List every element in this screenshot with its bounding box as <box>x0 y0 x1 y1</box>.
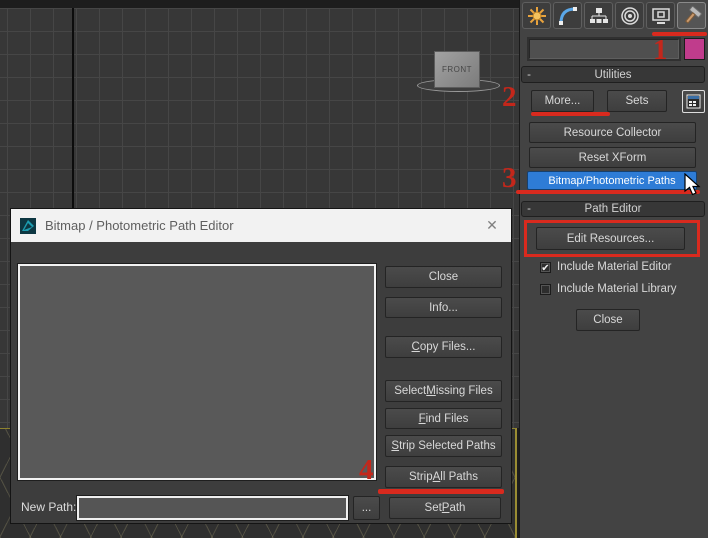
collapse-icon: - <box>527 68 531 81</box>
dialog-close-icon[interactable]: ✕ <box>473 209 511 242</box>
path-editor-rollout-header[interactable]: - Path Editor <box>521 201 705 217</box>
dialog-title: Bitmap / Photometric Path Editor <box>45 218 234 233</box>
tab-modify[interactable] <box>553 2 582 29</box>
utilities-icon <box>681 5 703 27</box>
tab-utilities[interactable] <box>677 2 706 29</box>
include-material-editor-row[interactable]: ✔ Include Material Editor <box>540 261 672 274</box>
annotation-underline-strip-all-paths <box>378 489 504 494</box>
annotation-underline-more <box>531 112 610 116</box>
set-path-button[interactable]: Set Path <box>389 497 501 519</box>
object-color-swatch[interactable] <box>684 38 705 60</box>
motion-icon <box>620 6 640 26</box>
info-button[interactable]: Info... <box>385 297 502 318</box>
mouse-cursor-icon <box>684 172 702 202</box>
sets-button[interactable]: Sets <box>607 90 667 112</box>
annotation-step-2: 2 <box>502 81 517 113</box>
configure-button-sets-button[interactable] <box>682 90 705 113</box>
tab-motion[interactable] <box>615 2 644 29</box>
viewport-top-border <box>0 0 519 8</box>
select-missing-files-button[interactable]: Select Missing Files <box>385 380 502 402</box>
new-path-input[interactable] <box>77 496 348 520</box>
3dsmax-app-icon <box>20 217 36 234</box>
new-path-label: New Path: <box>21 500 77 514</box>
include-material-editor-label: Include Material Editor <box>557 261 672 273</box>
strip-all-paths-button[interactable]: Strip All Paths <box>385 466 502 488</box>
display-icon <box>651 6 671 26</box>
annotation-step-3: 3 <box>502 162 517 194</box>
utilities-rollout-title: Utilities <box>594 68 632 81</box>
hierarchy-icon <box>589 6 609 26</box>
find-files-button[interactable]: Find Files <box>385 408 502 429</box>
app-window: FRONT - Utilities More... Sets Resource … <box>0 0 708 538</box>
annotation-underline-bitmap-paths <box>516 190 700 194</box>
scene-box-object: FRONT <box>434 51 480 88</box>
browse-button[interactable]: ... <box>353 496 380 520</box>
checkbox-unchecked-icon[interactable] <box>540 283 551 295</box>
path-editor-close-button[interactable]: Close <box>576 309 640 331</box>
checkbox-checked-icon[interactable]: ✔ <box>540 261 551 274</box>
bitmap-photometric-path-editor-dialog: Bitmap / Photometric Path Editor ✕ Close… <box>10 208 512 524</box>
more-button[interactable]: More... <box>531 90 594 112</box>
dialog-close-button[interactable]: Close <box>385 266 502 288</box>
include-material-library-label: Include Material Library <box>557 283 677 295</box>
path-list-box[interactable] <box>18 264 376 480</box>
include-material-library-row[interactable]: Include Material Library <box>540 283 677 295</box>
tab-display[interactable] <box>646 2 675 29</box>
copy-files-button[interactable]: Copy Files... <box>385 336 502 358</box>
annotation-box-edit-resources <box>524 220 700 257</box>
annotation-step-1: 1 <box>653 34 668 66</box>
create-icon <box>527 6 547 26</box>
bitmap-photometric-paths-button[interactable]: Bitmap/Photometric Paths <box>527 171 697 190</box>
utilities-rollout-header[interactable]: - Utilities <box>521 66 705 83</box>
modify-icon <box>558 6 578 26</box>
path-editor-rollout-title: Path Editor <box>584 203 642 215</box>
reset-xform-button[interactable]: Reset XForm <box>529 147 696 168</box>
collapse-icon: - <box>527 203 531 215</box>
annotation-step-4: 4 <box>359 454 374 486</box>
tab-hierarchy[interactable] <box>584 2 613 29</box>
configure-button-sets-icon <box>686 94 701 109</box>
strip-selected-paths-button[interactable]: Strip Selected Paths <box>385 435 502 457</box>
tab-create[interactable] <box>522 2 551 29</box>
dialog-titlebar[interactable]: Bitmap / Photometric Path Editor ✕ <box>11 209 511 242</box>
front-box-label: FRONT <box>441 65 473 74</box>
resource-collector-button[interactable]: Resource Collector <box>529 122 696 143</box>
